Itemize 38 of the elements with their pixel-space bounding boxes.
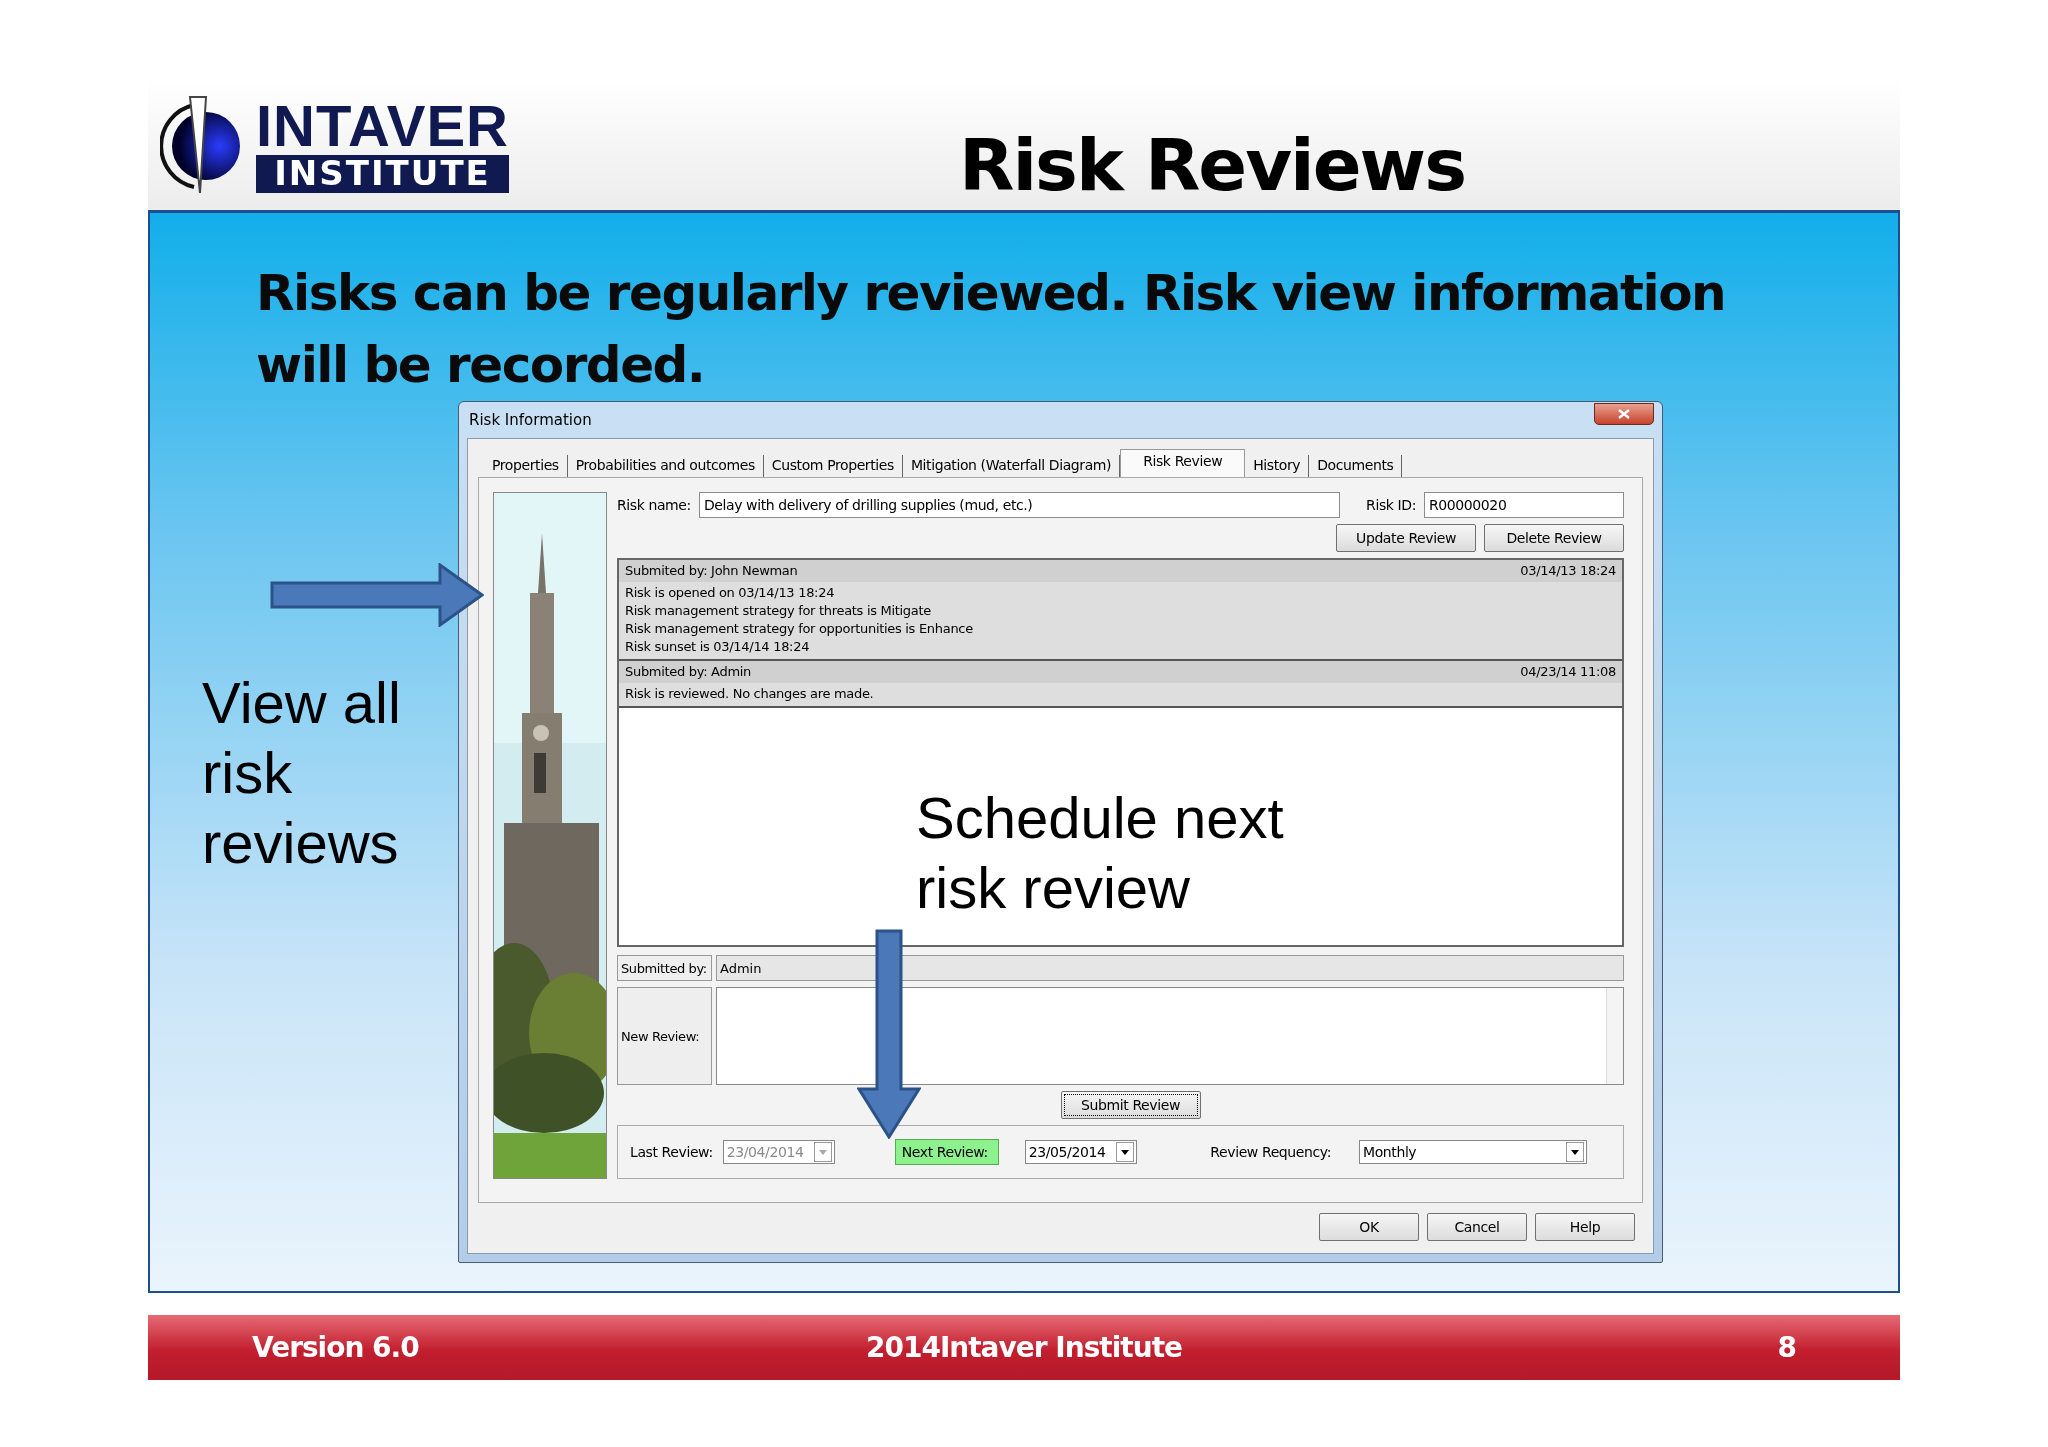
- page-number: 8: [1776, 1331, 1796, 1364]
- field-label: Last Review:: [630, 1144, 713, 1160]
- review-line: Risk is reviewed. No changes are made.: [625, 685, 875, 703]
- slide-title: Risk Reviews: [958, 122, 1465, 201]
- field-label: Review Requency:: [1210, 1144, 1331, 1160]
- logo-wordmark: INTAVER: [256, 97, 509, 156]
- intro-text: Risks can be regularly reviewed. Risk view information will be recorded.: [256, 263, 1727, 396]
- callout-text: View all risk reviews: [202, 669, 402, 877]
- submitted-by-field: Admin: [716, 955, 1624, 981]
- dialog-button[interactable]: Help: [1535, 1213, 1635, 1241]
- risk-id-field[interactable]: R00000020: [1424, 492, 1624, 518]
- review-line: Risk sunset is 03/14/14 18:24: [625, 638, 811, 656]
- logo-subtitle: INSTITUTE: [256, 155, 509, 193]
- dialog-button[interactable]: OK: [1319, 1213, 1419, 1241]
- review-line: Risk is opened on 03/14/13 18:24: [625, 584, 836, 602]
- new-review-label: New Review:: [617, 987, 712, 1085]
- callout-text: Schedule next risk review: [916, 784, 1285, 922]
- field-label: Risk ID:: [1366, 497, 1416, 513]
- review-date: 03/14/13 18:24: [1520, 562, 1616, 580]
- review-author: Submited by: Admin: [625, 663, 752, 681]
- copyright-text: 2014Intaver Institute: [864, 1331, 1183, 1364]
- version-text: Version 6.0: [252, 1331, 420, 1364]
- next-review-field[interactable]: 23/05/2014: [1024, 1140, 1137, 1164]
- next-review-label: Next Review:: [894, 1139, 999, 1165]
- risk-name-field[interactable]: Delay with delivery of drilling supplies (mud, etc.): [698, 492, 1341, 518]
- review-line: Risk management strategy for threats is Mitigate: [625, 602, 932, 620]
- window-title: Risk Information: [468, 411, 592, 429]
- submitted-by-label: Submitted by:: [617, 955, 712, 981]
- review-author: Submited by: John Newman: [625, 562, 798, 580]
- submit-review-button[interactable]: Submit Review: [1060, 1091, 1201, 1119]
- review-button[interactable]: Delete Review: [1484, 524, 1624, 552]
- frequency-dropdown[interactable]: Monthly: [1359, 1140, 1587, 1164]
- review-button[interactable]: Update Review: [1336, 524, 1476, 552]
- review-date: 04/23/14 11:08: [1520, 663, 1616, 681]
- tab[interactable]: Risk Review: [1120, 449, 1246, 477]
- field-label: Risk name:: [617, 497, 691, 513]
- review-line: Risk management strategy for opportunities is Enhance: [625, 620, 974, 638]
- dialog-button[interactable]: Cancel: [1427, 1213, 1527, 1241]
